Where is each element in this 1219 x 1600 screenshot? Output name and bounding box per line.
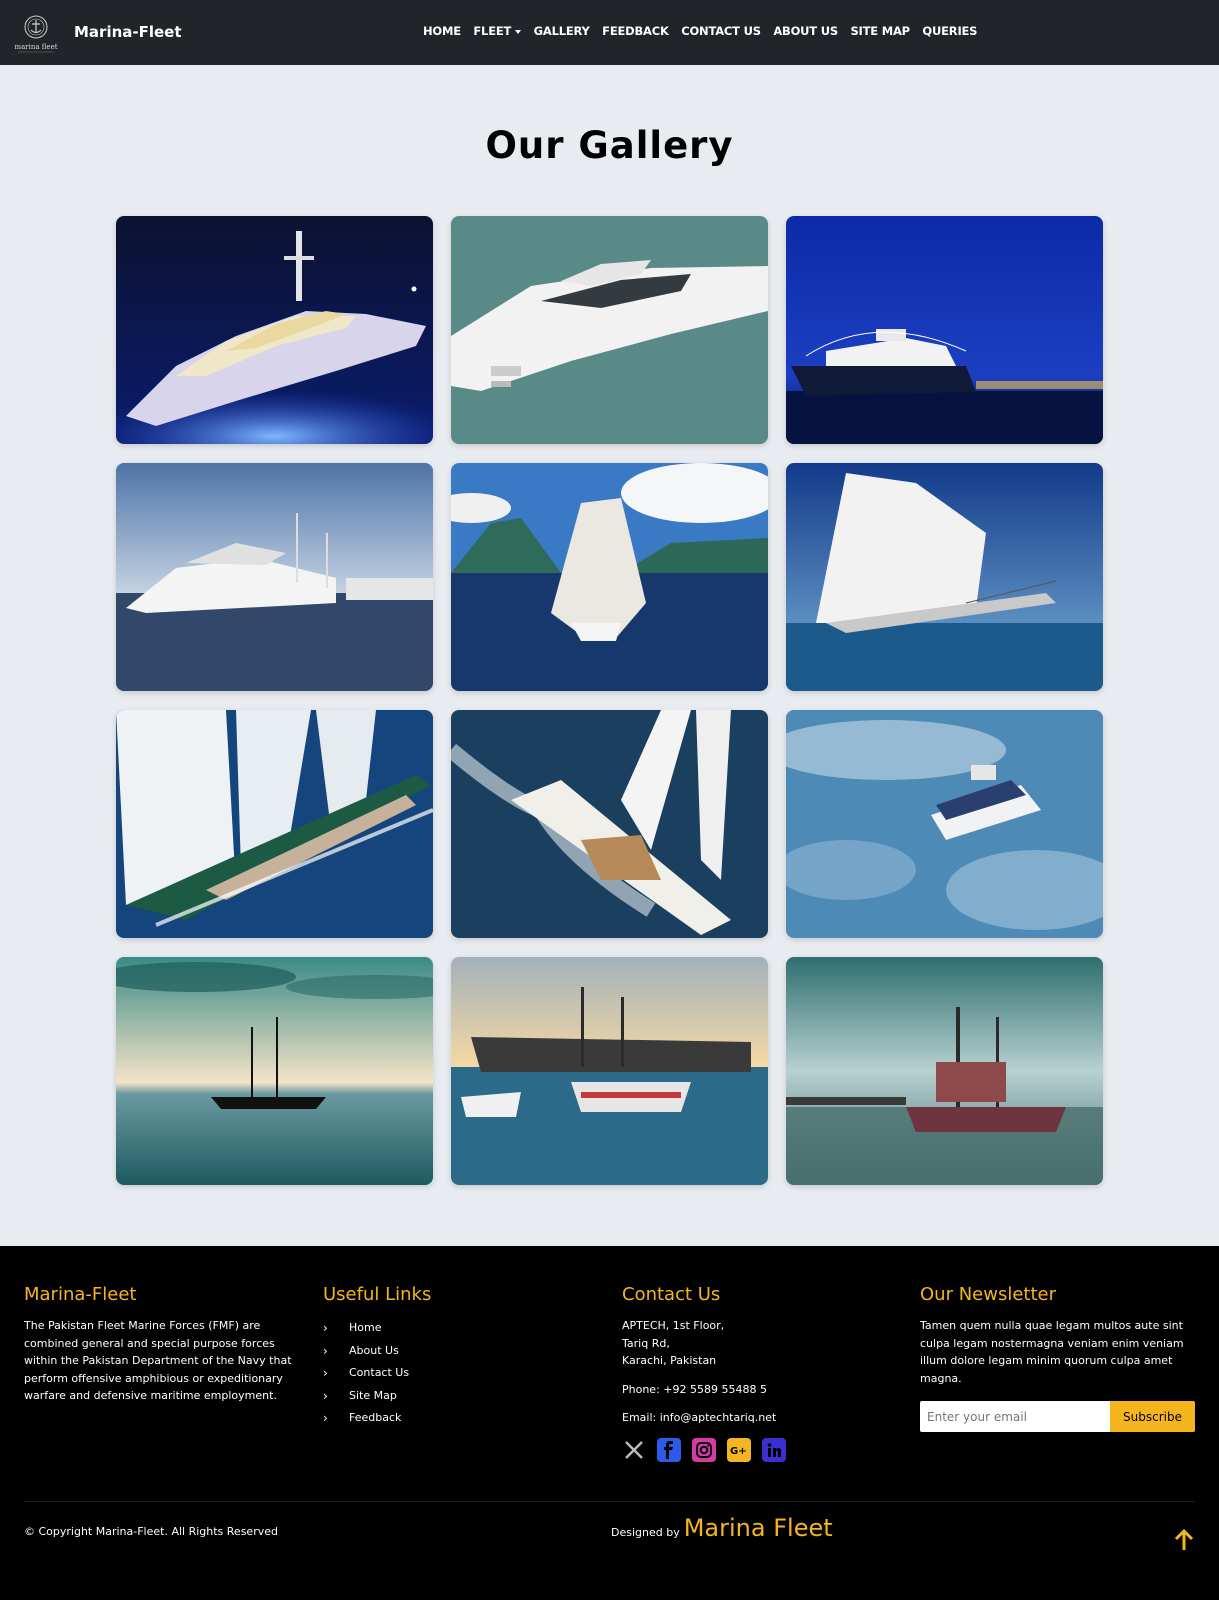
- footer-about: Marina-Fleet The Pakistan Fleet Marine F…: [24, 1284, 294, 1405]
- nav-fleet-label: FLEET: [473, 24, 512, 38]
- footer-link-feedback[interactable]: Feedback: [323, 1407, 573, 1430]
- navbar: marina fleet Marina-Fleet HOME FLEET GAL…: [0, 0, 1219, 65]
- back-to-top-arrow-icon[interactable]: [1172, 1528, 1196, 1552]
- contact-address: APTECH, 1st Floor, Tariq Rd, Karachi, Pa…: [622, 1317, 882, 1370]
- svg-text:G+: G+: [730, 1446, 747, 1457]
- gallery-image-sailboat-sunset[interactable]: [116, 957, 433, 1185]
- newsletter-heading: Our Newsletter: [920, 1284, 1057, 1305]
- nav-site-map[interactable]: SITE MAP: [850, 24, 910, 38]
- gallery-image-fishing-boats-dock[interactable]: [786, 957, 1103, 1185]
- footer-links-heading: Useful Links: [323, 1284, 432, 1305]
- marina-fleet-logo[interactable]: marina fleet: [12, 10, 60, 54]
- footer-link-contact-us[interactable]: Contact Us: [323, 1362, 573, 1385]
- designed-by-label: Designed by: [611, 1526, 680, 1539]
- footer-links-list: Home About Us Contact Us Site Map Feedba…: [323, 1317, 573, 1430]
- footer: Marina-Fleet The Pakistan Fleet Marine F…: [0, 1246, 1219, 1600]
- nav-fleet-dropdown[interactable]: FLEET: [473, 24, 522, 38]
- nav-queries[interactable]: QUERIES: [922, 24, 977, 38]
- brand[interactable]: marina fleet Marina-Fleet: [12, 10, 182, 54]
- nav-feedback[interactable]: FEEDBACK: [602, 24, 669, 38]
- newsletter-text: Tamen quem nulla quae legam multos aute …: [920, 1319, 1184, 1385]
- address-line-3: Karachi, Pakistan: [622, 1354, 717, 1367]
- nav-about-us[interactable]: ABOUT US: [773, 24, 838, 38]
- designed-by-brand[interactable]: Marina Fleet: [684, 1514, 833, 1542]
- facebook-icon[interactable]: [657, 1437, 681, 1462]
- logo-text: marina fleet: [14, 43, 57, 51]
- gallery-image-white-yacht-aerial[interactable]: [451, 216, 768, 444]
- page-title: Our Gallery: [485, 124, 734, 167]
- x-icon[interactable]: [622, 1438, 646, 1462]
- contact-phone: Phone: +92 5589 55488 5: [622, 1382, 767, 1396]
- gallery-grid: [116, 216, 1104, 1185]
- social-links: G+: [622, 1437, 882, 1462]
- newsletter-form: Subscribe: [920, 1401, 1195, 1432]
- nav-contact-us[interactable]: CONTACT US: [681, 24, 761, 38]
- gallery-image-yacht-marina[interactable]: [116, 463, 433, 691]
- contact-email: Email: info@aptechtariq.net: [622, 1411, 777, 1424]
- footer-newsletter: Our Newsletter Tamen quem nulla quae leg…: [920, 1284, 1195, 1432]
- footer-link-home[interactable]: Home: [323, 1317, 573, 1340]
- footer-contact: Contact Us APTECH, 1st Floor, Tariq Rd, …: [622, 1284, 882, 1462]
- caret-down-icon: [515, 29, 522, 34]
- newsletter-email-input[interactable]: [920, 1401, 1110, 1432]
- gallery-image-sailing-yacht-aerial[interactable]: [451, 710, 768, 938]
- designed-by: Designed by Marina Fleet: [611, 1514, 833, 1542]
- gallery-image-green-sailing-yacht[interactable]: [116, 710, 433, 938]
- gallery-image-fishing-harbor[interactable]: [451, 957, 768, 1185]
- brand-name[interactable]: Marina-Fleet: [74, 23, 182, 41]
- gallery-image-ferry-rough-water[interactable]: [786, 710, 1103, 938]
- gallery-image-tall-ship-mountains[interactable]: [451, 463, 768, 691]
- copyright-text: © Copyright Marina-Fleet. All Rights Res…: [24, 1525, 278, 1538]
- footer-divider: [24, 1501, 1195, 1502]
- nav-home[interactable]: HOME: [423, 24, 461, 38]
- footer-about-heading: Marina-Fleet: [24, 1284, 137, 1305]
- footer-about-text: The Pakistan Fleet Marine Forces (FMF) a…: [24, 1319, 292, 1402]
- footer-link-site-map[interactable]: Site Map: [323, 1385, 573, 1408]
- gallery-image-tall-ship-waves[interactable]: [786, 463, 1103, 691]
- gallery-image-superyacht-night[interactable]: [116, 216, 433, 444]
- nav-gallery[interactable]: GALLERY: [534, 24, 590, 38]
- footer-links: Useful Links Home About Us Contact Us Si…: [323, 1284, 573, 1430]
- google-plus-icon[interactable]: G+: [727, 1437, 751, 1462]
- linkedin-icon[interactable]: [762, 1437, 786, 1462]
- gallery-image-ship-harbor-night[interactable]: [786, 216, 1103, 444]
- address-line-2: Tariq Rd,: [622, 1336, 670, 1350]
- subscribe-button[interactable]: Subscribe: [1110, 1401, 1195, 1432]
- instagram-icon[interactable]: [692, 1437, 716, 1462]
- footer-link-about-us[interactable]: About Us: [323, 1340, 573, 1363]
- address-line-1: APTECH, 1st Floor,: [622, 1319, 725, 1332]
- nav-links: HOME FLEET GALLERY FEEDBACK CONTACT US A…: [423, 24, 990, 38]
- footer-contact-heading: Contact Us: [622, 1284, 721, 1305]
